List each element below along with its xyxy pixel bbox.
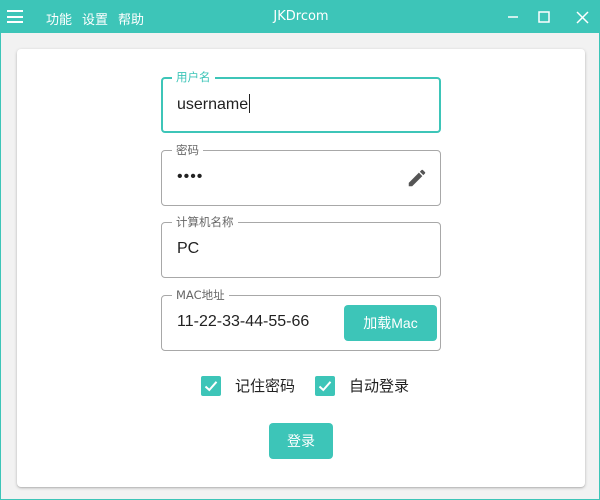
minimize-button[interactable] [496, 1, 530, 33]
menu-bar: 功能 设置 帮助 [46, 9, 144, 28]
mac-address-field[interactable]: MAC地址 11-22-33-44-55-66 加载Mac [161, 288, 441, 351]
text-caret [249, 94, 251, 113]
login-button[interactable]: 登录 [269, 423, 333, 459]
username-label: 用户名 [172, 70, 215, 84]
maximize-button[interactable] [527, 1, 561, 33]
menu-item-help[interactable]: 帮助 [118, 9, 144, 28]
menu-item-function[interactable]: 功能 [46, 9, 72, 28]
remember-password-label: 记住密码 [235, 377, 296, 395]
app-window: 功能 设置 帮助 JKDrcom 用户名 username 密码 •••• 计算… [0, 0, 600, 500]
username-field[interactable]: 用户名 username [161, 70, 441, 133]
auto-login-checkbox[interactable]: 自动登录 [315, 375, 409, 396]
checkbox-checked-icon [201, 375, 221, 396]
maximize-icon [538, 11, 550, 23]
load-mac-button[interactable]: 加载Mac [344, 305, 437, 341]
edit-pencil-icon[interactable] [406, 167, 428, 189]
mac-address-label: MAC地址 [172, 288, 229, 302]
hostname-input-value[interactable]: PC [177, 240, 377, 258]
minimize-icon [508, 16, 518, 18]
close-button[interactable] [565, 1, 599, 33]
password-label: 密码 [172, 143, 203, 157]
auto-login-label: 自动登录 [349, 377, 410, 395]
close-icon [575, 10, 589, 24]
password-field[interactable]: 密码 •••• [161, 143, 441, 206]
hostname-field[interactable]: 计算机名称 PC [161, 215, 441, 278]
username-input-value[interactable]: username [177, 94, 377, 114]
hostname-label: 计算机名称 [172, 215, 238, 229]
remember-password-checkbox[interactable]: 记住密码 [201, 375, 295, 396]
checkbox-checked-icon [315, 375, 335, 396]
hamburger-menu-icon[interactable] [7, 10, 23, 23]
password-input-value[interactable]: •••• [177, 168, 377, 186]
menu-item-settings[interactable]: 设置 [82, 9, 108, 28]
title-bar: 功能 设置 帮助 JKDrcom [1, 1, 600, 33]
